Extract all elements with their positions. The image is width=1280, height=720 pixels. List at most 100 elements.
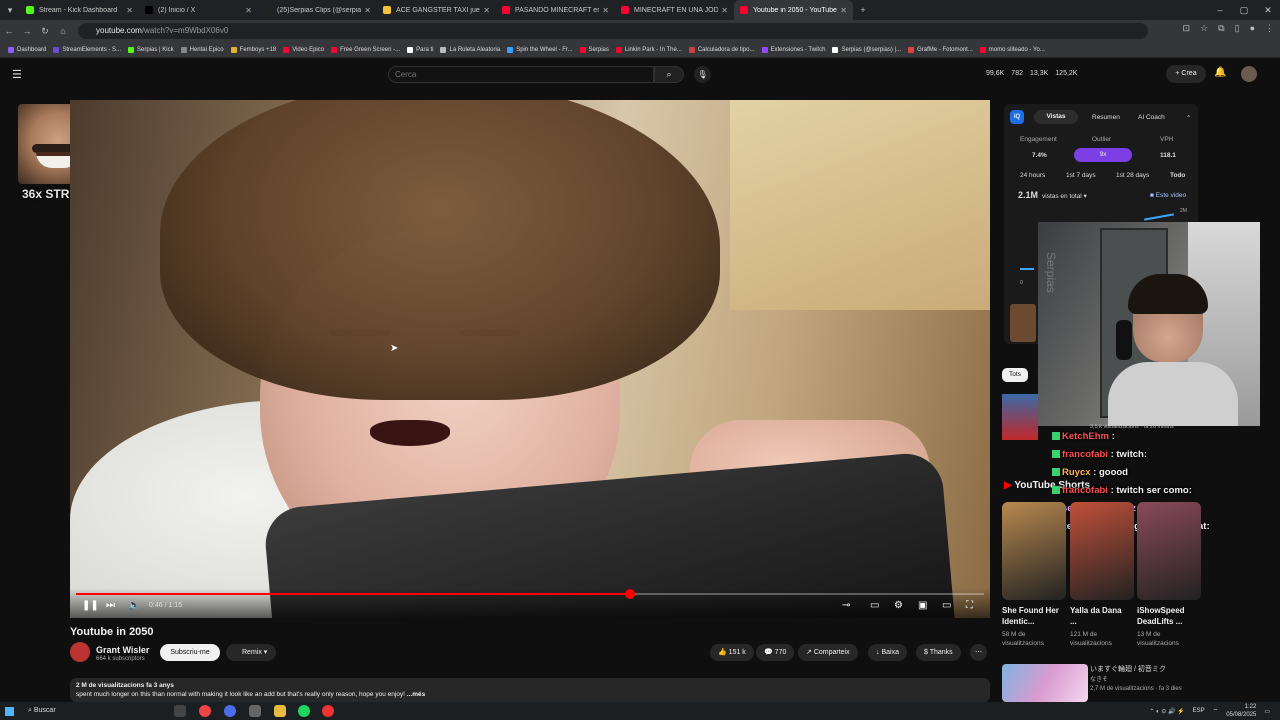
range-todo[interactable]: Todo	[1170, 172, 1185, 179]
short-thumbnail[interactable]	[1137, 502, 1201, 600]
pause-icon[interactable]: ❚❚	[82, 600, 99, 611]
short-title[interactable]: iShowSpeed DeadLifts ...	[1137, 605, 1197, 627]
bookmark-item[interactable]: Extensiones - Twitch	[761, 46, 825, 53]
remix-button[interactable]: Remix ▾	[226, 644, 276, 661]
range-28d[interactable]: 1st 28 days	[1116, 172, 1149, 179]
bookmark-item[interactable]: Femboys +18	[230, 46, 276, 53]
clock[interactable]: 1:22 05/08/2025	[1226, 703, 1256, 719]
miniplayer-icon[interactable]: ▣	[918, 600, 927, 611]
language-indicator[interactable]: ESP	[1193, 708, 1205, 714]
tab-close-icon[interactable]: ✕	[721, 6, 728, 15]
tab-vistas[interactable]: Vistas	[1034, 110, 1078, 124]
subscribe-button[interactable]: Subscriu-me	[160, 644, 220, 661]
taskbar-search[interactable]: ⌕ Buscar	[28, 705, 158, 717]
bookmark-item[interactable]: Free Green Screen -...	[331, 46, 400, 53]
bookmark-item[interactable]: Dashboard	[8, 46, 46, 53]
tab-close-icon[interactable]: ✕	[602, 6, 609, 15]
tab-resumen[interactable]: Resumen	[1092, 114, 1120, 121]
tab-close-icon[interactable]: ✕	[364, 6, 371, 15]
bookmark-item[interactable]: Para ti	[407, 46, 433, 53]
more-actions-icon[interactable]: ⋯	[970, 644, 987, 661]
tab-close-icon[interactable]: ✕	[483, 6, 490, 15]
tab-close-icon[interactable]: ✕	[840, 6, 847, 15]
autoplay-toggle-icon[interactable]: ⊸	[842, 600, 850, 611]
maximize-icon[interactable]: ▢	[1232, 0, 1256, 20]
voice-search-button[interactable]: 🎙	[694, 66, 711, 83]
browser-tab[interactable]: MINECRAFT EN UNA JODA - Yo✕	[615, 0, 734, 20]
account-avatar[interactable]	[1241, 66, 1257, 82]
create-button[interactable]: + Crea	[1166, 65, 1206, 83]
bookmark-item[interactable]: Serpias (@serpias) |...	[832, 46, 901, 53]
bookmark-item[interactable]: momo sliteado - Yo...	[979, 46, 1045, 53]
windows-start-icon[interactable]	[0, 702, 18, 720]
bookmark-item[interactable]: Calculadora de tipo...	[688, 46, 755, 53]
browser-tab[interactable]: ACE GANGSTER TAXI juego gra✕	[377, 0, 496, 20]
share-button[interactable]: ↗ Comparteix	[798, 644, 858, 661]
browser-tab[interactable]: Youtube in 2050 - YouTube ✕	[734, 0, 853, 20]
total-views-dropdown[interactable]: vistas en total ▾	[1042, 192, 1087, 200]
tab-close-icon[interactable]: ✕	[245, 6, 252, 15]
bookmark-item[interactable]: StreamElements - S...	[53, 46, 121, 53]
minimize-icon[interactable]: –	[1208, 0, 1232, 20]
bookmark-item[interactable]: Spin the Wheel - Fr...	[507, 46, 573, 53]
new-tab-button[interactable]: +	[853, 0, 873, 20]
install-icon[interactable]: ⊡	[1183, 23, 1191, 34]
profile-avatar-icon[interactable]: ●	[1250, 23, 1255, 34]
forward-icon[interactable]: →	[18, 26, 36, 36]
progress-scrubber[interactable]	[624, 589, 635, 599]
like-button[interactable]: 👍 151 k	[710, 644, 754, 661]
task-view-icon[interactable]	[174, 705, 186, 717]
obs-icon[interactable]	[249, 705, 261, 717]
next-icon[interactable]: ⏭	[106, 600, 115, 611]
notifications-bell-icon[interactable]: 🔔	[1214, 67, 1226, 78]
sidebar-icon[interactable]: ▯	[1235, 23, 1240, 34]
tab-close-icon[interactable]: ✕	[126, 6, 133, 15]
progress-bar[interactable]	[76, 589, 984, 599]
search-input[interactable]: Cerca	[388, 66, 654, 83]
app-icon[interactable]	[224, 705, 236, 717]
notifications-icon[interactable]: ▭	[1264, 708, 1270, 715]
reload-icon[interactable]: ↻	[36, 26, 54, 37]
browser-tab[interactable]: (25)Serpias Clips (@serpias.clip✕	[258, 0, 377, 20]
hamburger-menu-icon[interactable]: ☰	[12, 68, 22, 81]
bookmark-item[interactable]: Linkin Park - In The...	[615, 46, 682, 53]
search-button[interactable]: ⌕	[654, 66, 684, 83]
comments-button[interactable]: 💬 770	[756, 644, 795, 661]
fullscreen-icon[interactable]: ⛶	[966, 600, 973, 611]
thanks-button[interactable]: $ Thanks	[916, 644, 961, 661]
related-thumbnail[interactable]	[1002, 394, 1038, 440]
collapse-icon[interactable]: ⌃	[1186, 114, 1191, 122]
short-title[interactable]: Yalla da Dana ...	[1070, 605, 1130, 627]
bookmark-item[interactable]: Hentai Epico	[180, 46, 224, 53]
bookmark-star-icon[interactable]: ☆	[1200, 23, 1208, 34]
tray-icons[interactable]: ⌃ ◐ ⊙ 🔊 ⚡	[1149, 708, 1184, 715]
bookmark-item[interactable]: GrafMe - Fotomont...	[908, 46, 973, 53]
tab-ai-coach[interactable]: AI Coach	[1138, 114, 1165, 121]
extensions-icon[interactable]: ⧉	[1218, 23, 1224, 34]
tab-search-icon[interactable]: ▾	[0, 0, 20, 20]
bookmark-item[interactable]: Serpias	[579, 46, 609, 53]
chrome-icon[interactable]	[199, 705, 211, 717]
channel-name[interactable]: Grant Wisler	[96, 645, 149, 655]
back-icon[interactable]: ←	[0, 26, 18, 36]
spotify-icon[interactable]	[298, 705, 310, 717]
browser-tab[interactable]: Stream - Kick Dashboard ✕	[20, 0, 139, 20]
download-button[interactable]: ↓ Baixa	[868, 644, 907, 661]
short-thumbnail[interactable]	[1070, 502, 1134, 600]
channel-avatar[interactable]	[70, 642, 90, 662]
url-field[interactable]: youtube.com/watch?v=m9WbdX06v0	[78, 23, 1148, 39]
browser-tab[interactable]: PASANDO MINECRAFT en UNA✕	[496, 0, 615, 20]
close-window-icon[interactable]: ✕	[1256, 0, 1280, 20]
related-video-item[interactable]: いますぐ輪廻 / 初音ミク なきそ 2,7 M de visualitzacion…	[1002, 662, 1198, 702]
bookmark-item[interactable]: La Ruleta Aleatoria	[440, 46, 500, 53]
browser-tab[interactable]: (2) Inicio / X ✕	[139, 0, 258, 20]
menu-icon[interactable]: ⋮	[1265, 23, 1274, 34]
wifi-icon[interactable]: ⌔	[1213, 707, 1219, 715]
bookmark-item[interactable]: Video Epico	[283, 46, 324, 53]
settings-gear-icon[interactable]: ⚙	[894, 600, 903, 611]
subtitles-icon[interactable]: ▭	[870, 600, 879, 611]
video-player[interactable]: ➤ ❚❚ ⏭ 🔈 0:46 / 1:15 ⊸ ▭ ⚙ ▣ ▭ ⛶	[70, 100, 990, 618]
filter-chip-tots[interactable]: Tots	[1002, 368, 1028, 382]
description-more[interactable]: ...més	[407, 691, 425, 698]
short-thumbnail[interactable]	[1002, 502, 1066, 600]
